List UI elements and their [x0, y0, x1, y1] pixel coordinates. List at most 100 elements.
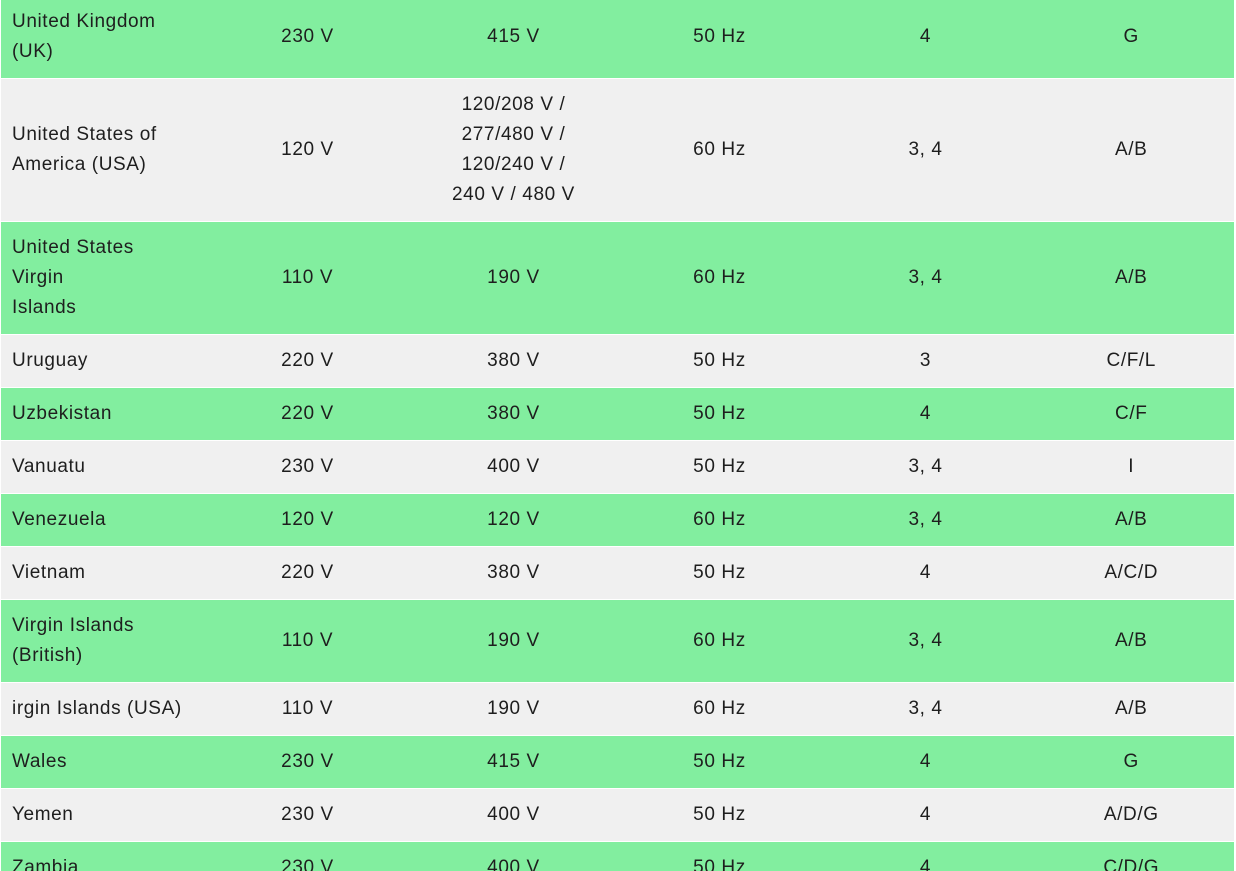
table-row: United States of America (USA) 120 V 120/20…	[0, 78, 1235, 222]
country-cell-line: Virgin Islands	[12, 615, 135, 636]
single-phase-voltage-cell: 220 V	[204, 334, 411, 388]
country-cell-line: United Kingdom	[12, 11, 156, 32]
single-phase-voltage-cell: 230 V	[204, 788, 411, 842]
country-cell: Wales	[0, 735, 205, 789]
single-phase-voltage-cell: 220 V	[204, 546, 411, 600]
three-phase-voltage-cell: 400 V	[410, 440, 617, 494]
table-body: United Kingdom (UK) 230 V 415 V 50 Hz 4 G Unite…	[0, 0, 1235, 871]
country-cell: United Kingdom (UK)	[0, 0, 205, 79]
country-cell-line: Virgin	[12, 267, 64, 288]
country-cell: irgin Islands (USA)	[0, 682, 205, 736]
country-cell-line: Yemen	[12, 804, 74, 825]
three-phase-voltage-cell-line: 190 V	[487, 630, 540, 651]
frequency-cell: 50 Hz	[616, 334, 823, 388]
three-phase-voltage-cell-line: 240 V / 480 V	[452, 184, 575, 205]
country-cell-line: Uzbekistan	[12, 403, 112, 424]
single-phase-voltage-cell: 110 V	[204, 599, 411, 683]
three-phase-voltage-cell: 415 V	[410, 0, 617, 79]
country-electricity-table: United Kingdom (UK) 230 V 415 V 50 Hz 4 G Unite…	[0, 0, 1235, 871]
plug-type-cell: C/F/L	[1028, 334, 1235, 388]
plug-type-cell: C/F	[1028, 387, 1235, 441]
country-cell: Venezuela	[0, 493, 205, 547]
three-phase-voltage-cell-line: 380 V	[487, 350, 540, 371]
three-phase-voltage-cell-line: 415 V	[487, 751, 540, 772]
three-phase-voltage-cell: 380 V	[410, 387, 617, 441]
three-phase-voltage-cell: 190 V	[410, 221, 617, 335]
single-phase-voltage-cell: 230 V	[204, 0, 411, 79]
single-phase-voltage-cell: 110 V	[204, 221, 411, 335]
table-row: Virgin Islands (British) 110 V 190 V 60 Hz 3,…	[0, 599, 1235, 683]
country-cell: Uzbekistan	[0, 387, 205, 441]
country-cell: Yemen	[0, 788, 205, 842]
single-phase-voltage-cell: 230 V	[204, 735, 411, 789]
single-phase-voltage-cell: 110 V	[204, 682, 411, 736]
plug-type-cell: A/B	[1028, 682, 1235, 736]
table-row: Wales 230 V 415 V 50 Hz 4 G	[0, 735, 1235, 789]
three-phase-voltage-cell-line: 400 V	[487, 804, 540, 825]
frequency-cell: 50 Hz	[616, 735, 823, 789]
wires-cell: 3, 4	[822, 599, 1029, 683]
three-phase-voltage-cell: 400 V	[410, 788, 617, 842]
plug-type-cell: I	[1028, 440, 1235, 494]
country-cell: United States Virgin Islands	[0, 221, 205, 335]
country-cell-line: Wales	[12, 751, 68, 772]
three-phase-voltage-cell-line: 120/208 V /	[461, 94, 566, 115]
three-phase-voltage-cell-line: 120 V	[487, 509, 540, 530]
wires-cell: 3, 4	[822, 493, 1029, 547]
country-cell: Vanuatu	[0, 440, 205, 494]
three-phase-voltage-cell-line: 277/480 V /	[461, 124, 566, 145]
three-phase-voltage-cell-line: 400 V	[487, 456, 540, 477]
country-cell-line: Islands	[12, 297, 77, 318]
three-phase-voltage-cell: 380 V	[410, 334, 617, 388]
wires-cell: 4	[822, 735, 1029, 789]
plug-type-cell: A/B	[1028, 221, 1235, 335]
country-cell-line: United States of	[12, 124, 157, 145]
three-phase-voltage-cell: 190 V	[410, 682, 617, 736]
country-cell: Uruguay	[0, 334, 205, 388]
country-cell-line: America (USA)	[12, 154, 147, 175]
plug-type-cell: A/B	[1028, 78, 1235, 222]
three-phase-voltage-cell: 380 V	[410, 546, 617, 600]
frequency-cell: 50 Hz	[616, 841, 823, 871]
plug-type-cell: A/B	[1028, 493, 1235, 547]
table-row: United Kingdom (UK) 230 V 415 V 50 Hz 4 G	[0, 0, 1235, 79]
frequency-cell: 60 Hz	[616, 682, 823, 736]
country-cell-line: (British)	[12, 645, 83, 666]
country-cell: Virgin Islands (British)	[0, 599, 205, 683]
frequency-cell: 50 Hz	[616, 440, 823, 494]
wires-cell: 3	[822, 334, 1029, 388]
table-row: Uzbekistan 220 V 380 V 50 Hz 4 C/F	[0, 387, 1235, 441]
single-phase-voltage-cell: 220 V	[204, 387, 411, 441]
wires-cell: 4	[822, 0, 1029, 79]
wires-cell: 4	[822, 387, 1029, 441]
wires-cell: 3, 4	[822, 682, 1029, 736]
plug-type-cell: A/B	[1028, 599, 1235, 683]
wires-cell: 4	[822, 546, 1029, 600]
plug-type-cell: G	[1028, 735, 1235, 789]
frequency-cell: 50 Hz	[616, 0, 823, 79]
table-row: Yemen 230 V 400 V 50 Hz 4 A/D/G	[0, 788, 1235, 842]
plug-type-cell: A/C/D	[1028, 546, 1235, 600]
three-phase-voltage-cell: 190 V	[410, 599, 617, 683]
three-phase-voltage-cell-line: 190 V	[487, 267, 540, 288]
wires-cell: 3, 4	[822, 221, 1029, 335]
page: United Kingdom (UK) 230 V 415 V 50 Hz 4 G Unite…	[0, 0, 1236, 871]
plug-type-cell: G	[1028, 0, 1235, 79]
table-row: Uruguay 220 V 380 V 50 Hz 3 C/F/L	[0, 334, 1235, 388]
frequency-cell: 50 Hz	[616, 788, 823, 842]
frequency-cell: 60 Hz	[616, 493, 823, 547]
single-phase-voltage-cell: 230 V	[204, 440, 411, 494]
table-row: irgin Islands (USA) 110 V 190 V 60 Hz 3, 4 A/…	[0, 682, 1235, 736]
table-row: United States Virgin Islands 110 V 190 V 60 H…	[0, 221, 1235, 335]
three-phase-voltage-cell-line: 415 V	[487, 26, 540, 47]
country-cell-line: Vanuatu	[12, 456, 86, 477]
three-phase-voltage-cell-line: 380 V	[487, 562, 540, 583]
country-cell: Zambia	[0, 841, 205, 871]
table-row: Vietnam 220 V 380 V 50 Hz 4 A/C/D	[0, 546, 1235, 600]
plug-type-cell: C/D/G	[1028, 841, 1235, 871]
three-phase-voltage-cell: 120/208 V / 277/480 V / 120/240 V / 240 V /…	[410, 78, 617, 222]
three-phase-voltage-cell-line: 120/240 V /	[461, 154, 566, 175]
three-phase-voltage-cell: 415 V	[410, 735, 617, 789]
table-row: Venezuela 120 V 120 V 60 Hz 3, 4 A/B	[0, 493, 1235, 547]
three-phase-voltage-cell: 400 V	[410, 841, 617, 871]
